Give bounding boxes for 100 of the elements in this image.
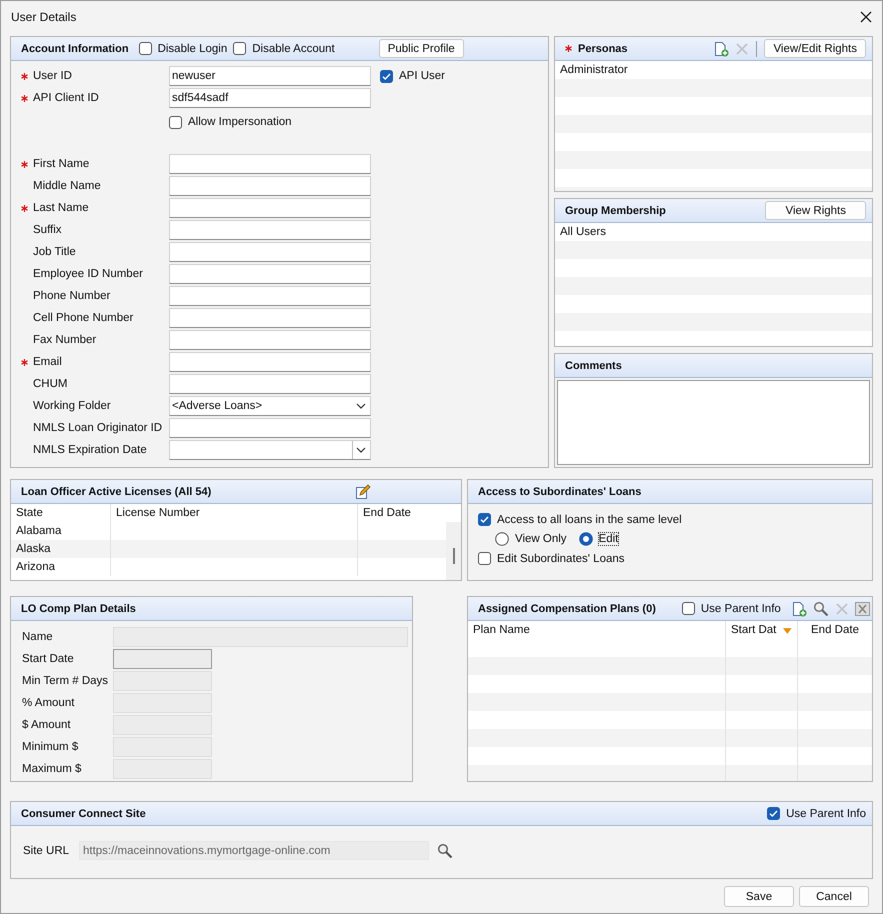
field-label: Employee ID Number <box>33 268 144 280</box>
radio-button[interactable]: View Only <box>495 532 567 546</box>
comments-field[interactable] <box>557 380 870 465</box>
column-header[interactable]: End Date <box>358 504 444 522</box>
table-cell: Arizona <box>11 558 111 576</box>
column-header[interactable]: State <box>11 504 111 522</box>
checkbox-icon[interactable] <box>478 552 491 565</box>
scrollbar[interactable] <box>446 522 461 580</box>
dialog-button[interactable]: Save <box>724 886 794 907</box>
search-icon[interactable] <box>812 600 829 616</box>
field-label: NMLS Loan Originator ID <box>33 422 164 434</box>
checkbox-icon[interactable] <box>233 42 246 55</box>
add-icon[interactable] <box>713 40 730 56</box>
text-field[interactable] <box>169 330 371 350</box>
text-field[interactable] <box>169 242 371 262</box>
checkbox-icon[interactable] <box>138 42 152 55</box>
field-label: Min Term # Days <box>22 675 110 687</box>
view-edit-rights-button[interactable]: View/Edit Rights <box>764 39 866 58</box>
field-label: Site URL <box>23 844 70 856</box>
column-header[interactable]: Start Dat <box>731 624 776 636</box>
panel-title: Account Information <box>21 42 129 54</box>
panel-title: Comments <box>565 360 622 372</box>
checkbox[interactable]: Access to all loans in the same level <box>478 513 862 526</box>
field-label: Minimum $ <box>22 741 80 753</box>
field-label: Name <box>22 631 54 643</box>
field-label: Job Title <box>33 246 77 258</box>
checkbox-icon[interactable] <box>478 513 491 526</box>
field-label: NMLS Expiration Date <box>33 444 148 456</box>
list-item[interactable]: Administrator <box>555 61 872 79</box>
panel-title: Consumer Connect Site <box>21 808 146 820</box>
text-field[interactable] <box>169 220 371 240</box>
text-field[interactable] <box>169 154 371 174</box>
dropdown[interactable]: <Adverse Loans> <box>169 396 371 416</box>
field-label: Email <box>33 356 63 368</box>
asterisk-icon <box>21 94 28 102</box>
column-header[interactable]: End Date <box>811 624 859 636</box>
checkbox[interactable]: API User <box>380 70 446 82</box>
radio-icon[interactable] <box>578 532 593 546</box>
search-icon[interactable] <box>437 842 453 858</box>
radio-icon[interactable] <box>495 532 509 546</box>
text-field[interactable] <box>169 264 371 284</box>
checkbox-icon[interactable] <box>169 116 182 128</box>
edit-icon[interactable] <box>355 484 371 500</box>
radio-button[interactable]: Edit <box>578 532 618 546</box>
checkbox[interactable]: Use Parent Info <box>767 807 866 820</box>
text-field[interactable] <box>169 374 371 394</box>
field-label: User ID <box>33 70 73 82</box>
checkbox[interactable]: Edit Subordinates' Loans <box>478 552 862 565</box>
asterisk-icon <box>21 204 28 212</box>
checkbox[interactable]: Disable Login <box>138 42 228 55</box>
panel-title: Assigned Compensation Plans (0) <box>478 602 656 614</box>
text-field[interactable]: newuser <box>169 66 371 86</box>
asterisk-icon <box>21 358 28 366</box>
table-cell: Alaska <box>11 540 111 558</box>
date-field[interactable] <box>169 440 371 460</box>
checkbox-icon[interactable] <box>682 602 695 615</box>
field-label: CHUM <box>33 378 68 390</box>
text-field[interactable] <box>169 176 371 196</box>
field-label: Working Folder <box>33 400 112 412</box>
text-field[interactable] <box>169 418 371 438</box>
text-field[interactable] <box>169 308 371 328</box>
panel-title: Personas <box>578 42 628 54</box>
view-rights-button[interactable]: View Rights <box>765 201 866 220</box>
checkbox-icon[interactable] <box>380 70 393 82</box>
sort-icon <box>783 628 792 634</box>
caret-icon <box>356 403 366 409</box>
panel-title: Loan Officer Active Licenses (All 54) <box>21 486 212 498</box>
field-label: First Name <box>33 158 90 170</box>
window-title: User Details <box>11 10 76 24</box>
text-field[interactable] <box>169 286 371 306</box>
text-field[interactable]: sdf544sadf <box>169 88 371 108</box>
checkbox[interactable]: Allow Impersonation <box>169 116 292 128</box>
text-field[interactable] <box>169 198 371 218</box>
field-label: Suffix <box>33 224 63 236</box>
field-label: API Client ID <box>33 92 100 104</box>
field-label: Start Date <box>22 653 75 665</box>
dialog-button[interactable]: Cancel <box>799 886 869 907</box>
field-label: Last Name <box>33 202 90 214</box>
field-label: Cell Phone Number <box>33 312 134 324</box>
column-header[interactable]: License Number <box>111 504 358 522</box>
checkbox[interactable]: Use Parent Info <box>682 602 781 615</box>
asterisk-icon <box>21 72 28 80</box>
list-item[interactable]: All Users <box>555 223 872 241</box>
checkbox[interactable]: Disable Account <box>233 42 335 55</box>
panel-title: Group Membership <box>565 204 666 216</box>
checkbox-icon[interactable] <box>767 807 780 820</box>
asterisk-icon <box>21 160 28 168</box>
public-profile-button[interactable]: Public Profile <box>378 39 464 58</box>
field-label: Fax Number <box>33 334 98 346</box>
field-label: Maximum $ <box>22 763 82 775</box>
add-icon[interactable] <box>790 600 807 616</box>
panel-title: Access to Subordinates' Loans <box>478 486 642 498</box>
panel-title: LO Comp Plan Details <box>21 602 136 614</box>
close-icon[interactable] <box>860 10 872 22</box>
column-header[interactable]: Plan Name <box>473 624 530 636</box>
field-label: % Amount <box>22 697 76 709</box>
field-label: Middle Name <box>33 180 102 192</box>
field-label: Phone Number <box>33 290 112 302</box>
text-field[interactable] <box>169 352 371 372</box>
field-label: $ Amount <box>22 719 72 731</box>
